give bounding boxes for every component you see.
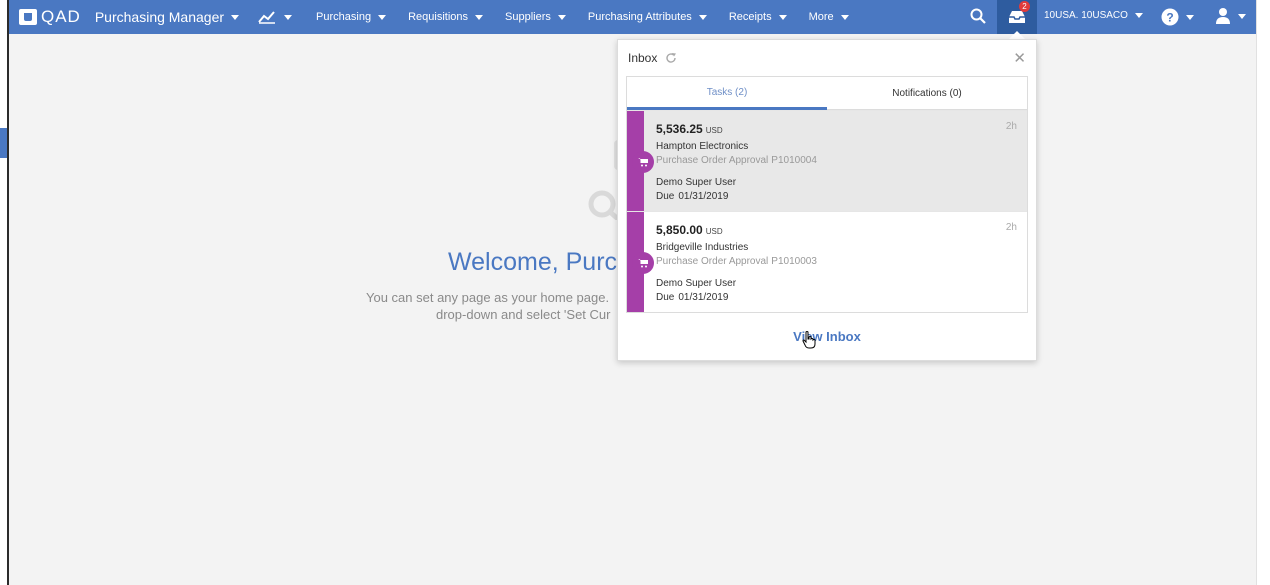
task-supplier: Hampton Electronics [656, 141, 749, 152]
inbox-popover: Inbox ✕ Tasks (2) Notifications (0) 5,53… [617, 39, 1037, 361]
window-right-edge [1256, 0, 1270, 585]
refresh-icon[interactable] [665, 52, 677, 64]
tab-tasks[interactable]: Tasks (2) [627, 77, 827, 110]
menu-requisitions[interactable]: Requisitions [408, 11, 483, 23]
task-order: P1010004 [771, 155, 817, 166]
inbox-badge: 2 [1019, 1, 1030, 12]
task-amount-value: 5,536.25 [656, 122, 703, 136]
task-list: 5,536.25 USD 2h Hampton Electronics Purch… [626, 110, 1028, 313]
menu-more[interactable]: More [809, 11, 849, 23]
help-icon: ? [1161, 8, 1179, 26]
chevron-down-icon [284, 14, 293, 20]
chevron-down-icon [1186, 14, 1194, 20]
mouse-cursor-icon [802, 331, 816, 354]
task-currency: USD [705, 227, 723, 236]
chevron-down-icon [1238, 13, 1246, 19]
task-age: 2h [1005, 222, 1017, 233]
menu-label: More [808, 11, 834, 23]
welcome-hint-line2: drop-down and select 'Set Cur [436, 307, 611, 322]
menu-purchasing-attributes[interactable]: Purchasing Attributes [588, 11, 707, 23]
inbox-button[interactable]: 2 [997, 0, 1037, 34]
menu-label: Requisitions [408, 11, 468, 23]
tab-notifications[interactable]: Notifications (0) [827, 77, 1027, 110]
user-menu-button[interactable] [1215, 7, 1246, 25]
left-edge-marker [0, 128, 7, 158]
task-order: P1010003 [771, 256, 817, 267]
task-amount: 5,536.25 USD [656, 120, 1027, 138]
task-age: 2h [1005, 121, 1017, 132]
menu-purchasing[interactable]: Purchasing [316, 11, 387, 23]
task-due: Due 01/31/2019 [656, 292, 1027, 303]
chevron-down-icon [231, 14, 240, 20]
chevron-down-icon [698, 14, 707, 20]
chevron-down-icon [557, 14, 566, 20]
chevron-down-icon [378, 14, 387, 20]
top-navbar: QAD Purchasing Manager Purchasing Requis… [9, 0, 1256, 34]
cart-icon [632, 252, 654, 274]
task-currency: USD [705, 126, 723, 135]
menu-label: Purchasing Attributes [587, 11, 692, 23]
search-button[interactable] [970, 8, 986, 24]
qad-logo-icon [19, 9, 37, 25]
task-item[interactable]: 5,536.25 USD 2h Hampton Electronics Purch… [627, 110, 1027, 211]
chevron-down-icon [778, 14, 787, 20]
role-selector[interactable]: Purchasing Manager [94, 9, 240, 25]
role-label: Purchasing Manager [94, 9, 225, 25]
task-type-label: Purchase Order Approval [656, 256, 769, 267]
chevron-down-icon [475, 14, 483, 20]
user-icon [1216, 8, 1230, 24]
view-inbox-link[interactable]: View Inbox [618, 329, 1036, 344]
dashboard-menu[interactable] [258, 10, 293, 24]
domain-selector[interactable]: 10USA. 10USACO [1044, 10, 1143, 21]
task-due-label: Due [656, 191, 675, 202]
task-due-date: 01/31/2019 [678, 191, 729, 202]
chart-icon [258, 10, 276, 24]
task-due: Due 01/31/2019 [656, 191, 1027, 202]
task-supplier: Bridgeville Industries [656, 242, 749, 253]
welcome-title: Welcome, Purc [448, 248, 618, 276]
welcome-hint-line1: You can set any page as your home page. [366, 290, 610, 305]
chevron-down-icon [840, 14, 849, 20]
window-left-edge [0, 0, 9, 585]
close-icon[interactable]: ✕ [1013, 49, 1026, 67]
task-due-date: 01/31/2019 [678, 292, 729, 303]
task-type-label: Purchase Order Approval [656, 155, 769, 166]
inbox-header: Inbox ✕ [618, 40, 1036, 76]
task-user: Demo Super User [656, 177, 737, 188]
inbox-title: Inbox [628, 51, 658, 65]
svg-text:?: ? [1166, 11, 1173, 25]
task-due-label: Due [656, 292, 675, 303]
menu-label: Receipts [728, 11, 772, 23]
task-user: Demo Super User [656, 278, 737, 289]
task-amount: 5,850.00 USD [656, 221, 1027, 239]
task-amount-value: 5,850.00 [656, 223, 703, 237]
cart-icon [632, 151, 654, 173]
brand-text: QAD [41, 7, 81, 26]
menu-label: Suppliers [505, 11, 551, 23]
inbox-tabs: Tasks (2) Notifications (0) [626, 76, 1028, 110]
task-item[interactable]: 5,850.00 USD 2h Bridgeville Industries Pu… [627, 211, 1027, 312]
domain-label: 10USA. 10USACO [1044, 10, 1128, 21]
popover-arrow [1009, 31, 1025, 39]
task-type: Purchase Order Approval P1010003 [656, 256, 1027, 267]
search-icon [970, 8, 986, 24]
menu-label: Purchasing [316, 11, 372, 23]
qad-logo[interactable]: QAD [19, 7, 81, 27]
menu-receipts[interactable]: Receipts [729, 11, 787, 23]
task-type: Purchase Order Approval P1010004 [656, 155, 1027, 166]
help-button[interactable]: ? [1161, 8, 1194, 26]
menu-suppliers[interactable]: Suppliers [505, 11, 566, 23]
chevron-down-icon [1134, 13, 1143, 18]
